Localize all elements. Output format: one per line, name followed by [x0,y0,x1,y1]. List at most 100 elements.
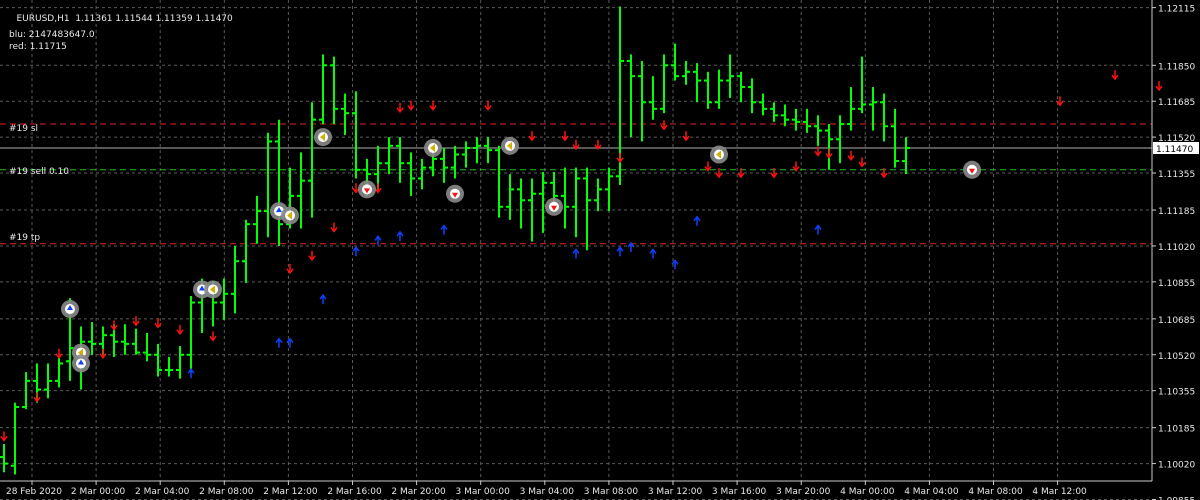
ohlc-bar [792,108,800,131]
down-arrow-icon [330,222,338,233]
x-tick-label: 3 Mar 20:00 [776,487,831,497]
down-arrow-icon [308,250,316,262]
x-tick-label: 3 Mar 04:00 [520,487,575,497]
x-tick-label: 4 Mar 12:00 [1032,487,1087,497]
y-tick-label: 1.11185 [1158,207,1195,217]
trade-marker-buy-icon [72,354,90,373]
y-tick-label: 1.11850 [1158,62,1195,72]
down-arrow-icon [55,348,63,360]
down-arrow-icon [858,157,866,168]
ohlc-bar [341,93,349,135]
ohlc-bar [462,141,470,168]
trade-marker-buy-icon [61,300,79,319]
sell-level-label: #19 sell 0.10 [9,167,69,177]
ohlc-bar [495,145,503,218]
ohlc-bar [572,167,580,238]
y-tick-label: 1.11355 [1158,170,1195,180]
down-arrow-icon [528,131,536,142]
trade-marker-close-icon [501,136,519,155]
x-tick-label: 4 Mar 04:00 [904,487,959,497]
ohlc-bar [682,60,690,85]
down-arrow-icon [176,324,184,336]
down-arrow-icon [682,131,690,142]
ohlc-bar [902,137,910,175]
ohlc-bar [352,91,360,179]
up-arrow-icon [649,248,657,259]
down-arrow-icon [825,148,833,159]
y-tick-label: 1.11685 [1158,98,1195,108]
signal-arrows [0,70,1163,442]
x-tick-label: 2 Mar 04:00 [135,487,190,497]
down-arrow-icon [616,152,624,164]
chart-canvas[interactable]: 1.121151.118501.116851.115201.113551.111… [0,0,1200,500]
ohlc-bar [396,137,404,183]
ohlc-bar [660,54,668,114]
trade-marker-sell-icon [545,197,563,216]
x-tick-label: 2 Mar 00:00 [71,487,126,497]
y-tick-label: 1.10185 [1158,425,1195,435]
ohlc-bar [275,119,283,246]
x-tick-label: 3 Mar 00:00 [456,487,511,497]
up-arrow-icon [814,224,822,235]
ohlc-bar [891,108,899,168]
down-arrow-icon [792,161,800,172]
x-tick-label: 2 Mar 16:00 [327,487,382,497]
down-arrow-icon [352,183,360,194]
ohlc-bar [143,333,151,362]
ohlc-bar [407,152,415,196]
ohlc-bar [44,363,52,399]
trade-markers [61,128,981,373]
down-arrow-icon [572,139,580,151]
ohlc-bars [0,6,910,475]
ohlc-bar [693,63,701,103]
up-arrow-icon [319,293,327,305]
down-arrow-icon [0,431,8,442]
x-tick-label: 4 Mar 00:00 [840,487,895,497]
ohlc-bar [759,93,767,116]
ohlc-bar [737,71,745,103]
price-axis: 1.121151.118501.116851.115201.113551.111… [0,0,1199,500]
ohlc-bar [704,71,712,109]
x-tick-label: 2 Mar 20:00 [391,487,446,497]
symbol-label: EURUSD,H1 [16,14,70,24]
x-tick-label: 2 Mar 12:00 [263,487,318,497]
ohlc-bar [154,343,162,377]
ohlc-bar [506,174,514,220]
ohlc-bar [55,356,63,388]
ohlc-bar [187,296,195,373]
ohlc-bar [748,78,756,114]
y-tick-label: 1.10855 [1158,279,1195,289]
ohlc-bar [374,145,382,190]
up-arrow-icon [352,246,360,257]
ohlc-bar [836,115,844,164]
up-arrow-icon [440,224,448,235]
ohlc-bar [220,278,228,320]
ohlc-readout: 1.11361 1.11544 1.11359 1.11470 [75,14,233,24]
indicator-blu-label: blu: 2147483647.0 [9,30,95,40]
price-chart[interactable]: 1.12115 1.11850 1.11685 1.11520 1.11355 1.111… [0,0,1200,500]
up-arrow-icon [187,367,195,379]
indicator-red-label: red: 1.11715 [9,42,67,52]
ohlc-bar [671,43,679,81]
ohlc-bar [253,195,261,244]
x-tick-label: 4 Mar 08:00 [968,487,1023,497]
tp-level-label: #19 tp [9,233,41,243]
trade-marker-close-icon [424,139,442,157]
sl-level-label: #19 sl [9,124,39,134]
down-arrow-icon [132,316,140,327]
ohlc-bar [132,328,140,355]
ohlc-bar [726,54,734,98]
x-tick-label: 3 Mar 16:00 [712,487,767,497]
trade-marker-close-icon [710,145,728,164]
down-arrow-icon [484,100,492,111]
ohlc-bar [517,178,525,229]
ohlc-bar [330,56,338,125]
ohlc-bar [715,69,723,109]
ohlc-bar [649,76,657,120]
ohlc-bar [814,115,822,146]
y-tick-label: 1.10520 [1158,352,1195,362]
ohlc-bar [165,356,173,377]
x-tick-label: 28 Feb 2020 [6,487,62,497]
down-arrow-icon [847,150,855,161]
ohlc-bar [176,346,184,379]
